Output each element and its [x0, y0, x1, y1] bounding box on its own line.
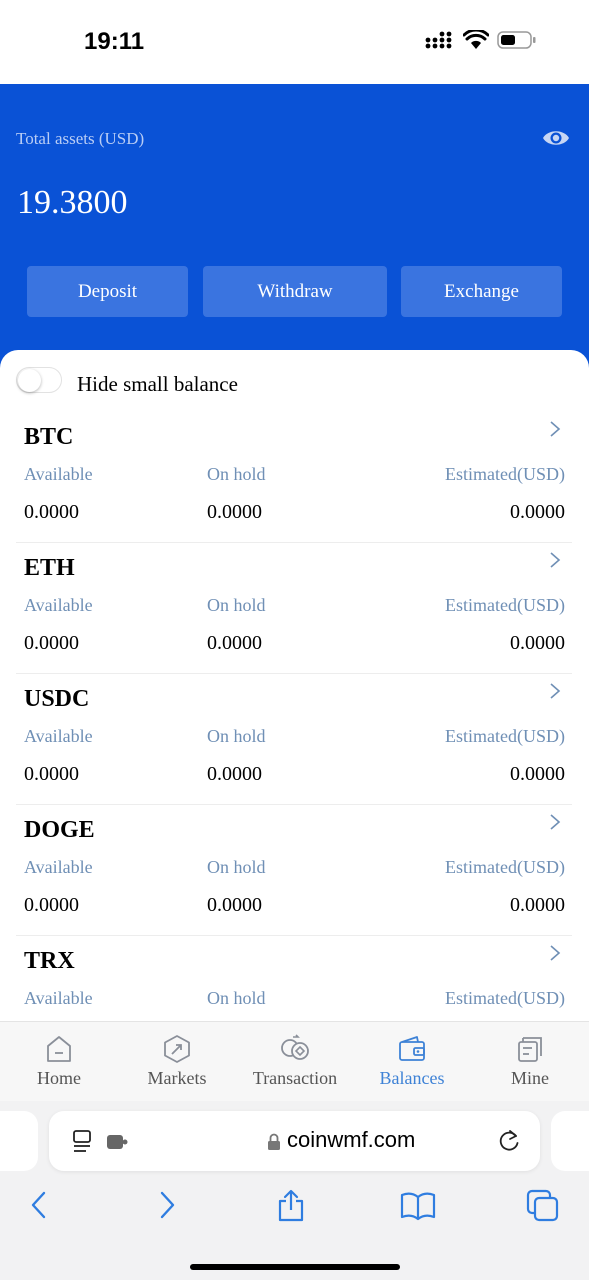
- on-hold-value: 0.0000: [207, 763, 262, 785]
- estimated-value: 0.0000: [510, 501, 565, 523]
- assets-header: Total assets (USD) 19.3800 Deposit Withd…: [0, 84, 589, 374]
- available-value: 0.0000: [24, 501, 79, 523]
- cellular-signal-icon: [425, 31, 452, 49]
- chevron-right-icon: [550, 683, 561, 699]
- asset-symbol: USDC: [24, 686, 90, 712]
- tab-markets[interactable]: Markets: [118, 1022, 236, 1102]
- extension-icon[interactable]: [105, 1132, 129, 1152]
- tab-transaction-label: Transaction: [252, 1068, 338, 1088]
- balances-card: Hide small balance BTC Available On hold…: [0, 350, 589, 1022]
- available-label: Available: [24, 464, 93, 484]
- document-icon: [518, 1037, 542, 1062]
- battery-icon: [497, 31, 536, 49]
- asset-symbol: ETH: [24, 555, 75, 581]
- forward-icon[interactable]: [157, 1189, 177, 1223]
- on-hold-value: 0.0000: [207, 632, 262, 654]
- tab-mine[interactable]: Mine: [471, 1022, 589, 1102]
- asset-symbol: DOGE: [24, 817, 95, 843]
- reload-icon[interactable]: [496, 1128, 522, 1154]
- wifi-icon: [463, 30, 489, 49]
- tab-mine-label: Mine: [511, 1068, 549, 1088]
- back-icon[interactable]: [29, 1189, 49, 1223]
- page-menu-icon[interactable]: [71, 1129, 95, 1153]
- share-icon[interactable]: [277, 1189, 305, 1223]
- address-bar[interactable]: coinwmf.com: [49, 1111, 540, 1171]
- markets-icon: [164, 1035, 190, 1063]
- available-label: Available: [24, 857, 93, 877]
- previous-tab-pill[interactable]: [0, 1111, 38, 1171]
- browser-toolbar: coinwmf.com: [0, 1101, 589, 1280]
- tab-transaction[interactable]: Transaction: [236, 1022, 354, 1102]
- on-hold-label: On hold: [207, 595, 266, 615]
- estimated-value: 0.0000: [510, 632, 565, 654]
- estimated-label: Estimated(USD): [445, 595, 565, 615]
- available-label: Available: [24, 595, 93, 615]
- estimated-label: Estimated(USD): [445, 857, 565, 877]
- on-hold-label: On hold: [207, 726, 266, 746]
- on-hold-label: On hold: [207, 464, 266, 484]
- tab-home[interactable]: Home: [0, 1022, 118, 1102]
- chevron-right-icon: [550, 552, 561, 568]
- asset-row-usdc[interactable]: USDC Available On hold Estimated(USD) 0.…: [16, 674, 572, 805]
- bottom-tab-bar: Home Markets Transaction Balances Mine: [0, 1021, 589, 1101]
- estimated-label: Estimated(USD): [445, 988, 565, 1008]
- status-icons: [425, 30, 537, 50]
- chevron-right-icon: [550, 814, 561, 830]
- estimated-value: 0.0000: [510, 894, 565, 916]
- next-tab-pill[interactable]: [551, 1111, 589, 1171]
- transaction-icon: [281, 1034, 309, 1060]
- asset-symbol: TRX: [24, 948, 75, 974]
- home-icon: [47, 1036, 71, 1062]
- status-time: 19:11: [84, 28, 145, 55]
- asset-row-eth[interactable]: ETH Available On hold Estimated(USD) 0.0…: [16, 543, 572, 674]
- available-label: Available: [24, 988, 93, 1008]
- lock-icon: [268, 1133, 280, 1150]
- on-hold-label: On hold: [207, 857, 266, 877]
- url-text: coinwmf.com: [287, 1127, 416, 1152]
- on-hold-value: 0.0000: [207, 894, 262, 916]
- tab-balances-label: Balances: [379, 1068, 445, 1088]
- available-label: Available: [24, 726, 93, 746]
- status-bar: 19:11: [0, 0, 589, 84]
- bookmarks-icon[interactable]: [400, 1189, 436, 1223]
- wallet-icon: [399, 1036, 425, 1061]
- action-buttons: Deposit Withdraw Exchange: [27, 266, 562, 317]
- on-hold-value: 0.0000: [207, 501, 262, 523]
- browser-nav-row: [0, 1189, 589, 1225]
- available-value: 0.0000: [24, 763, 79, 785]
- total-assets-label: Total assets (USD): [16, 129, 145, 148]
- home-indicator: [190, 1264, 400, 1270]
- tabs-icon[interactable]: [526, 1189, 560, 1223]
- total-assets-value: 19.3800: [17, 184, 128, 221]
- exchange-button[interactable]: Exchange: [401, 266, 562, 317]
- estimated-label: Estimated(USD): [445, 726, 565, 746]
- asset-symbol: BTC: [24, 424, 74, 450]
- hide-small-balance-toggle[interactable]: [16, 367, 62, 393]
- toggle-knob: [18, 369, 41, 392]
- asset-row-doge[interactable]: DOGE Available On hold Estimated(USD) 0.…: [16, 805, 572, 936]
- withdraw-button[interactable]: Withdraw: [203, 266, 387, 317]
- chevron-right-icon: [550, 945, 561, 961]
- tab-balances[interactable]: Balances: [353, 1022, 471, 1102]
- asset-row-trx[interactable]: TRX Available On hold Estimated(USD): [16, 936, 572, 1022]
- tab-home-label: Home: [37, 1068, 81, 1088]
- chevron-right-icon: [550, 421, 561, 437]
- estimated-label: Estimated(USD): [445, 464, 565, 484]
- eye-icon[interactable]: [541, 124, 571, 152]
- available-value: 0.0000: [24, 894, 79, 916]
- tab-markets-label: Markets: [147, 1068, 207, 1088]
- on-hold-label: On hold: [207, 988, 266, 1008]
- deposit-button[interactable]: Deposit: [27, 266, 188, 317]
- hide-small-balance-label: Hide small balance: [77, 372, 238, 396]
- available-value: 0.0000: [24, 632, 79, 654]
- asset-row-btc[interactable]: BTC Available On hold Estimated(USD) 0.0…: [16, 412, 572, 543]
- estimated-value: 0.0000: [510, 763, 565, 785]
